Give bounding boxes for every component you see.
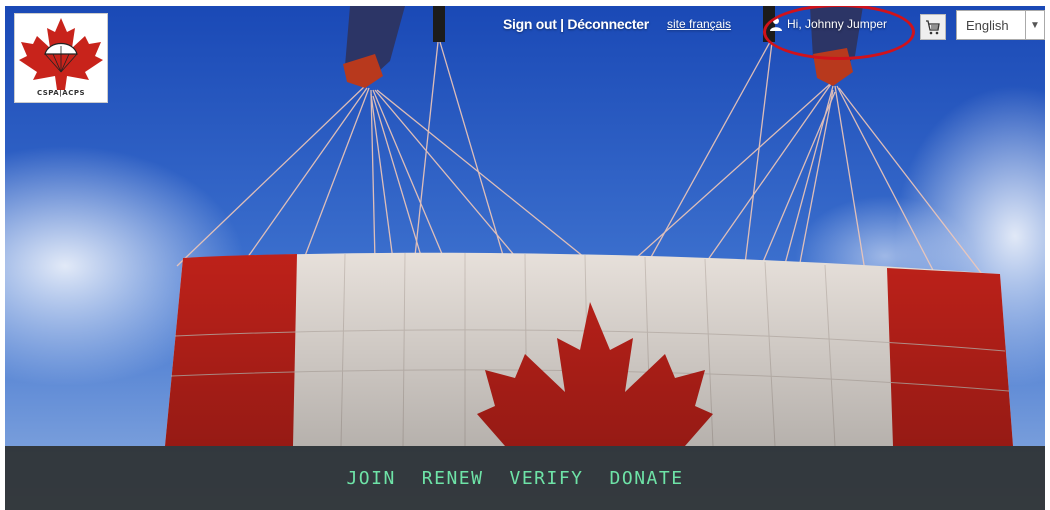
language-select[interactable]: English ▼: [956, 10, 1045, 40]
user-account-link[interactable]: Hi, Johnny Jumper: [769, 17, 887, 31]
french-site-link[interactable]: site français: [667, 17, 731, 31]
nav-join[interactable]: JOIN: [346, 468, 395, 489]
cart-button[interactable]: [920, 14, 946, 40]
language-selected: English: [966, 17, 1009, 33]
shopping-cart-icon: [926, 20, 940, 35]
sign-out-link[interactable]: Sign out | Déconnecter: [503, 16, 649, 32]
nav-donate[interactable]: DONATE: [610, 468, 684, 489]
user-greeting: Hi, Johnny Jumper: [787, 17, 888, 31]
user-icon: [770, 18, 782, 31]
page: CSPA|ACPS Sign out | Déconnecter site fr…: [5, 6, 1045, 510]
bottom-nav: JOIN RENEW VERIFY DONATE: [5, 446, 1045, 510]
nav-verify[interactable]: VERIFY: [509, 468, 583, 489]
hero-image: [5, 6, 1045, 510]
nav-renew[interactable]: RENEW: [422, 468, 484, 489]
logo-text: CSPA|ACPS: [37, 89, 85, 97]
top-bar: Sign out | Déconnecter site français Hi,…: [5, 6, 1045, 60]
chevron-down-icon[interactable]: ▼: [1025, 11, 1044, 39]
